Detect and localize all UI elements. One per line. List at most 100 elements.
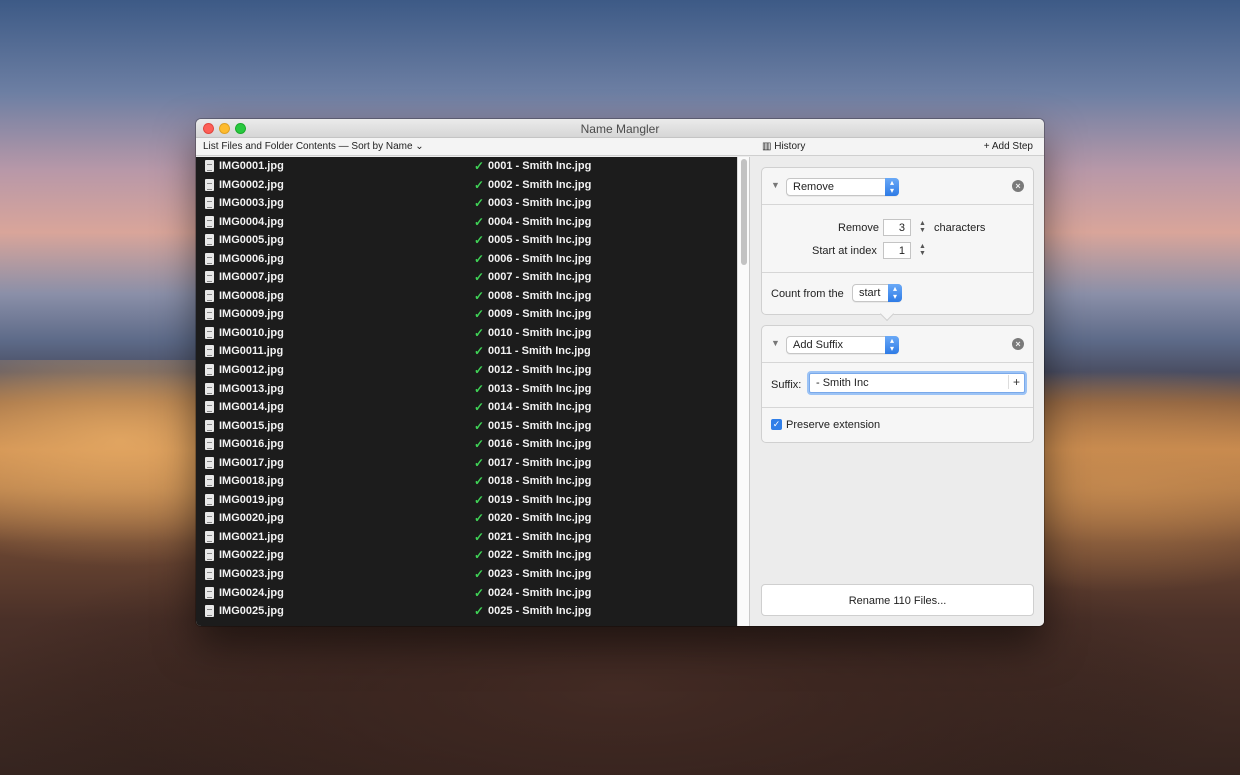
checkmark-icon: ✓	[474, 196, 485, 211]
document-icon	[205, 382, 214, 395]
file-row[interactable]: IMG0022.jpg ✓ 0022 - Smith Inc.jpg	[196, 546, 737, 565]
steps-panel: ▼ Remove ▴ ▾ × Remove 3 ▲ ▼ characters Sta…	[751, 157, 1044, 626]
add-step-button[interactable]: + Add Step	[984, 141, 1033, 152]
new-filename: 0001 - Smith Inc.jpg	[488, 160, 592, 172]
step-type-popup-remove[interactable]: Remove ▴ ▾	[786, 178, 899, 196]
original-filename: IMG0018.jpg	[219, 475, 284, 488]
file-row[interactable]: IMG0019.jpg ✓ 0019 - Smith Inc.jpg	[196, 491, 737, 510]
new-filename: 0021 - Smith Inc.jpg	[488, 530, 592, 543]
new-filename: 0012 - Smith Inc.jpg	[488, 364, 592, 377]
checkmark-icon: ✓	[474, 251, 485, 266]
file-row[interactable]: IMG0012.jpg ✓ 0012 - Smith Inc.jpg	[196, 361, 737, 380]
remove-count-stepper[interactable]: ▲ ▼	[918, 220, 927, 236]
file-row[interactable]: IMG0024.jpg ✓ 0024 - Smith Inc.jpg	[196, 584, 737, 603]
new-filename: 0013 - Smith Inc.jpg	[488, 382, 592, 395]
disclosure-triangle-icon[interactable]: ▼	[771, 180, 780, 190]
file-row[interactable]: IMG0018.jpg ✓ 0018 - Smith Inc.jpg	[196, 472, 737, 491]
title-bar[interactable]: Name Mangler	[196, 119, 1044, 138]
file-row[interactable]: IMG0006.jpg ✓ 0006 - Smith Inc.jpg	[196, 250, 737, 269]
original-filename: IMG0012.jpg	[219, 364, 284, 377]
file-row[interactable]: IMG0008.jpg ✓ 0008 - Smith Inc.jpg	[196, 287, 737, 306]
new-filename: 0018 - Smith Inc.jpg	[488, 475, 592, 488]
count-from-popup[interactable]: start ▴ ▾	[852, 284, 902, 302]
document-icon	[205, 178, 214, 191]
checkmark-icon: ✓	[474, 177, 485, 192]
suffix-input-value: - Smith Inc	[816, 377, 869, 389]
file-row[interactable]: IMG0013.jpg ✓ 0013 - Smith Inc.jpg	[196, 380, 737, 399]
file-row[interactable]: IMG0007.jpg ✓ 0007 - Smith Inc.jpg	[196, 268, 737, 287]
file-row[interactable]: IMG0010.jpg ✓ 0010 - Smith Inc.jpg	[196, 324, 737, 343]
document-icon	[205, 530, 214, 543]
file-row[interactable]: IMG0004.jpg ✓ 0004 - Smith Inc.jpg	[196, 213, 737, 232]
new-filename: 0014 - Smith Inc.jpg	[488, 401, 592, 414]
suffix-input[interactable]: - Smith Inc +	[809, 373, 1025, 393]
document-icon	[205, 308, 214, 321]
preserve-extension-checkbox[interactable]: ✓	[771, 419, 782, 430]
new-filename: 0019 - Smith Inc.jpg	[488, 493, 592, 506]
list-sort-menu[interactable]: List Files and Folder Contents — Sort by…	[203, 141, 424, 152]
file-row[interactable]: IMG0011.jpg ✓ 0011 - Smith Inc.jpg	[196, 342, 737, 361]
original-filename: IMG0011.jpg	[219, 345, 284, 358]
checkmark-icon: ✓	[474, 307, 485, 322]
popup-arrows-icon: ▴ ▾	[888, 284, 902, 302]
file-row[interactable]: IMG0016.jpg ✓ 0016 - Smith Inc.jpg	[196, 435, 737, 454]
file-row[interactable]: IMG0020.jpg ✓ 0020 - Smith Inc.jpg	[196, 509, 737, 528]
history-button[interactable]: ▥ History	[762, 141, 805, 152]
checkmark-icon: ✓	[474, 529, 485, 544]
checkmark-icon: ✓	[474, 400, 485, 415]
document-icon	[205, 234, 214, 247]
remove-step-card: ▼ Remove ▴ ▾ × Remove 3 ▲ ▼ characters Sta…	[761, 167, 1034, 315]
divider	[762, 272, 1033, 273]
remove-step-close-icon[interactable]: ×	[1012, 180, 1024, 192]
file-row[interactable]: IMG0021.jpg ✓ 0021 - Smith Inc.jpg	[196, 528, 737, 547]
checkmark-icon: ✓	[474, 548, 485, 563]
original-filename: IMG0001.jpg	[219, 160, 284, 172]
document-icon	[205, 568, 214, 581]
file-row[interactable]: IMG0009.jpg ✓ 0009 - Smith Inc.jpg	[196, 305, 737, 324]
file-row[interactable]: IMG0003.jpg ✓ 0003 - Smith Inc.jpg	[196, 194, 737, 213]
file-list-scrollbar[interactable]	[737, 157, 750, 626]
file-row[interactable]: IMG0014.jpg ✓ 0014 - Smith Inc.jpg	[196, 398, 737, 417]
document-icon	[205, 419, 214, 432]
file-row[interactable]: IMG0005.jpg ✓ 0005 - Smith Inc.jpg	[196, 231, 737, 250]
new-filename: 0017 - Smith Inc.jpg	[488, 456, 592, 469]
rename-files-button[interactable]: Rename 110 Files...	[761, 584, 1034, 616]
file-row[interactable]: IMG0015.jpg ✓ 0015 - Smith Inc.jpg	[196, 417, 737, 436]
checkmark-icon: ✓	[474, 511, 485, 526]
disclosure-triangle-icon[interactable]: ▼	[771, 338, 780, 348]
document-icon	[205, 475, 214, 488]
file-row[interactable]: IMG0001.jpg ✓ 0001 - Smith Inc.jpg	[196, 157, 737, 176]
document-icon	[205, 512, 214, 525]
file-row[interactable]: IMG0017.jpg ✓ 0017 - Smith Inc.jpg	[196, 454, 737, 473]
insert-token-button[interactable]: +	[1007, 375, 1020, 389]
document-icon	[205, 326, 214, 339]
file-row[interactable]: IMG0025.jpg ✓ 0025 - Smith Inc.jpg	[196, 602, 737, 621]
step-type-label: Remove	[793, 181, 834, 193]
file-row[interactable]: IMG0023.jpg ✓ 0023 - Smith Inc.jpg	[196, 565, 737, 584]
document-icon	[205, 215, 214, 228]
start-index-field[interactable]: 1	[883, 242, 911, 259]
original-filename: IMG0005.jpg	[219, 234, 284, 247]
file-row[interactable]: IMG0002.jpg ✓ 0002 - Smith Inc.jpg	[196, 176, 737, 195]
checkmark-icon: ✓	[474, 159, 485, 173]
scrollbar-thumb[interactable]	[741, 159, 747, 265]
file-list[interactable]: IMG0001.jpg ✓ 0001 - Smith Inc.jpg IMG0002.…	[196, 157, 737, 626]
checkmark-icon: ✓	[474, 381, 485, 396]
original-filename: IMG0020.jpg	[219, 512, 284, 525]
step-type-label: Add Suffix	[793, 339, 843, 351]
checkmark-icon: ✓	[474, 418, 485, 433]
step-type-popup-suffix[interactable]: Add Suffix ▴ ▾	[786, 336, 899, 354]
new-filename: 0020 - Smith Inc.jpg	[488, 512, 592, 525]
suffix-step-close-icon[interactable]: ×	[1012, 338, 1024, 350]
remove-label: Remove	[838, 222, 879, 234]
start-index-stepper[interactable]: ▲ ▼	[918, 243, 927, 259]
document-icon	[205, 160, 214, 172]
new-filename: 0006 - Smith Inc.jpg	[488, 252, 592, 265]
remove-count-field[interactable]: 3	[883, 219, 911, 236]
original-filename: IMG0014.jpg	[219, 401, 284, 414]
checkmark-icon: ✓	[474, 270, 485, 285]
new-filename: 0015 - Smith Inc.jpg	[488, 419, 592, 432]
original-filename: IMG0023.jpg	[219, 568, 284, 581]
checkmark-icon: ✓	[474, 325, 485, 340]
new-filename: 0010 - Smith Inc.jpg	[488, 326, 592, 339]
